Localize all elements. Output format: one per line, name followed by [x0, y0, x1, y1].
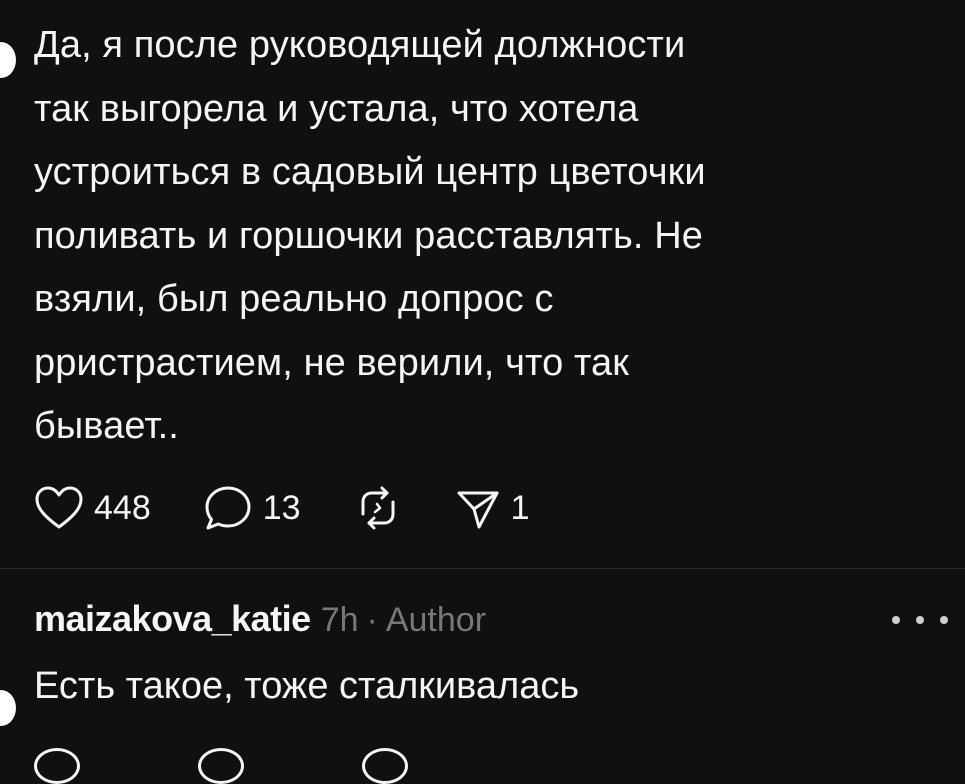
divider [0, 568, 965, 569]
author-badge: Author [385, 601, 487, 639]
thread-avatar-edge [0, 42, 16, 78]
like-button[interactable]: 448 [34, 485, 151, 531]
reply-avatar-edge [0, 690, 16, 726]
post-actions: 448 13 1 [34, 480, 581, 536]
share-button[interactable]: 1 [455, 485, 530, 531]
speech-bubble-icon [205, 486, 251, 530]
reply-header: maizakova_katie 7h · Author [34, 598, 934, 646]
repost-button[interactable] [353, 484, 403, 532]
share-count: 1 [510, 488, 530, 527]
repost-icon [361, 486, 395, 530]
reply-username[interactable]: maizakova_katie [34, 598, 311, 640]
reply-time: 7h [320, 601, 359, 639]
post-text: Да, я после руководящей должности так вы… [34, 24, 706, 447]
reply-actions [34, 748, 526, 784]
comment-count: 13 [262, 488, 301, 527]
more-options-button[interactable] [892, 606, 948, 634]
like-count: 448 [94, 488, 151, 527]
more-dots-icon [892, 616, 900, 624]
reply-comment-icon[interactable] [198, 748, 244, 784]
comment-button[interactable]: 13 [203, 484, 301, 532]
reply: maizakova_katie 7h · Author Есть такое, … [34, 598, 948, 710]
reply-text: Есть такое, тоже сталкивалась [34, 665, 580, 707]
heart-icon [35, 486, 83, 529]
post: Да, я после руководящей должности так вы… [34, 14, 914, 459]
reply-repost-icon[interactable] [362, 748, 408, 784]
send-icon [457, 491, 499, 529]
reply-like-icon[interactable] [34, 748, 80, 784]
meta-separator: · [366, 601, 378, 639]
